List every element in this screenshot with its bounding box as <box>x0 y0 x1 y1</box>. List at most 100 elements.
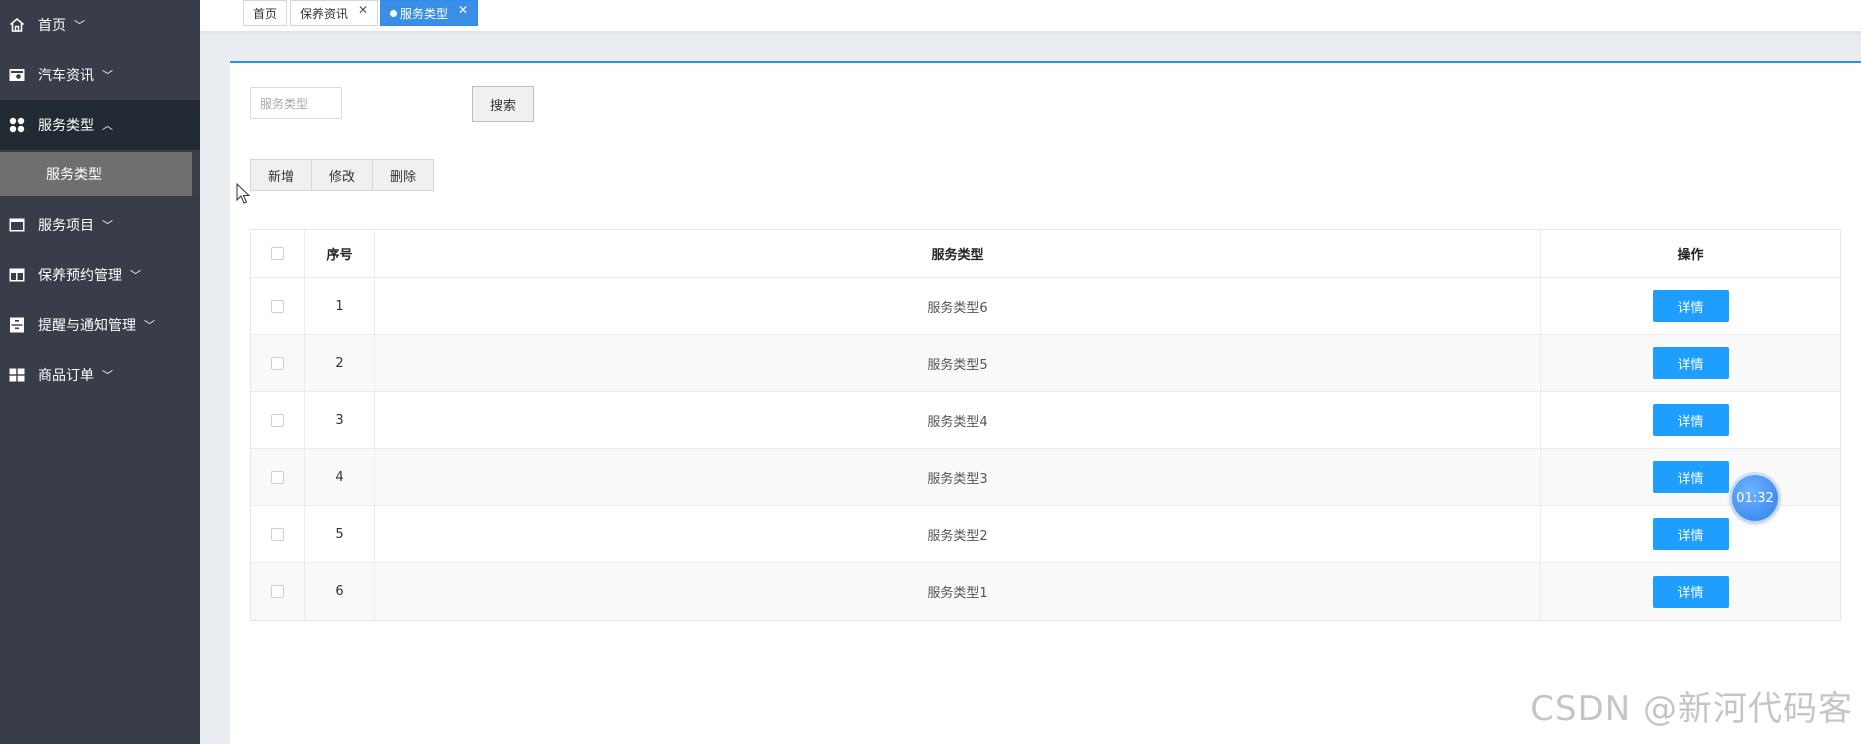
detail-button[interactable]: 详情 <box>1652 575 1729 608</box>
nav-label-maintenance-booking: 保养预约管理 <box>38 268 122 284</box>
row-checkbox[interactable] <box>271 413 284 427</box>
nav-label-car-news: 汽车资讯 <box>38 68 94 84</box>
tab-label: 首页 <box>253 6 278 21</box>
cell-type: 服务类型4 <box>375 392 1541 448</box>
cabinet-icon <box>8 316 26 334</box>
nav-item-service-type[interactable]: 服务类型 ︿ <box>0 100 200 150</box>
chevron-down-icon: ﹀ <box>102 69 113 82</box>
layout-icon <box>8 266 26 284</box>
close-icon[interactable]: ✕ <box>358 3 368 17</box>
detail-button[interactable]: 详情 <box>1652 518 1729 550</box>
checkbox-cell <box>251 506 305 562</box>
header-no: 序号 <box>305 230 375 277</box>
tab-maintenance-news[interactable]: 保养资讯 ✕ <box>290 0 379 26</box>
nav-item-service-project[interactable]: 服务项目 ﹀ <box>0 200 200 250</box>
delete-button[interactable]: 删除 <box>372 159 434 191</box>
submenu-service-type: 服务类型 <box>0 152 200 200</box>
header-op: 操作 <box>1677 248 1704 263</box>
table-header-row: 序号 服务类型 操作 <box>251 230 1840 278</box>
detail-button[interactable]: 详情 <box>1652 290 1729 322</box>
detail-button[interactable]: 详情 <box>1652 347 1729 379</box>
timer-text: 01:32 <box>1736 490 1774 506</box>
search-input[interactable]: 服务类型 <box>250 87 342 119</box>
nav-item-reminder[interactable]: 提醒与通知管理 ﹀ <box>0 300 200 350</box>
cell-type: 服务类型1 <box>375 563 1541 620</box>
chevron-up-icon: ︿ <box>102 119 113 132</box>
sidebar-subitem-label: 服务类型 <box>46 167 102 183</box>
detail-button[interactable]: 详情 <box>1652 404 1729 436</box>
grid-icon <box>8 366 26 384</box>
table-row: 3 服务类型4 详情 <box>251 392 1840 449</box>
edit-button-label: 修改 <box>328 169 355 185</box>
chevron-down-icon: ﹀ <box>130 269 141 282</box>
nav-item-orders[interactable]: 商品订单 ﹀ <box>0 350 200 400</box>
cell-no: 6 <box>305 563 375 620</box>
chevron-down-icon: ﹀ <box>144 319 155 332</box>
cell-op: 详情 <box>1541 392 1840 448</box>
search-button[interactable]: 搜索 <box>472 86 534 122</box>
cell-no: 3 <box>305 392 375 448</box>
chevron-down-icon: ﹀ <box>102 369 113 382</box>
sidebar: 首页 ﹀ 汽车资讯 ﹀ 服务类型 ︿ 服务类型 服务项目 ﹀ 保养预约管理 ﹀ <box>0 0 200 744</box>
tab-bar: 首页 保养资讯 ✕ 服务类型 ✕ <box>200 0 1861 32</box>
table-row: 2 服务类型5 详情 <box>251 335 1840 392</box>
checkbox-cell <box>251 278 305 334</box>
cell-no: 2 <box>305 335 375 391</box>
checkbox-cell <box>251 563 305 620</box>
detail-button-label: 详情 <box>1677 528 1704 544</box>
cell-no: 1 <box>305 278 375 334</box>
tab-service-type[interactable]: 服务类型 ✕ <box>380 0 479 26</box>
sidebar-subitem-service-type[interactable]: 服务类型 <box>0 152 196 196</box>
table-row: 1 服务类型6 详情 <box>251 278 1840 335</box>
home-icon <box>8 16 26 34</box>
recording-timer-badge[interactable]: 01:32 <box>1732 475 1778 521</box>
header-type: 服务类型 <box>375 230 1541 277</box>
tab-home[interactable]: 首页 <box>243 0 288 26</box>
table-row: 4 服务类型3 详情 <box>251 449 1840 506</box>
detail-button-label: 详情 <box>1677 586 1704 601</box>
row-checkbox[interactable] <box>271 356 284 370</box>
row-checkbox[interactable] <box>271 470 284 484</box>
cell-no: 4 <box>305 449 375 505</box>
add-button-label: 新增 <box>267 169 294 185</box>
cell-op: 详情 <box>1541 563 1840 620</box>
table-row: 5 服务类型2 详情 <box>251 506 1840 563</box>
news-icon <box>8 66 26 84</box>
nav-label-orders: 商品订单 <box>38 368 94 384</box>
detail-button-label: 详情 <box>1677 357 1704 373</box>
cell-type: 服务类型5 <box>375 335 1541 391</box>
detail-button-label: 详情 <box>1677 300 1704 316</box>
delete-button-label: 删除 <box>389 169 416 185</box>
cell-op: 详情 <box>1541 449 1840 505</box>
data-table: 序号 服务类型 操作 1 服务类型6 详情 2 服务类型5 详情 3 服务类型4… <box>250 229 1841 621</box>
nav-label-service-type: 服务类型 <box>38 118 94 134</box>
tab-label: 服务类型 <box>400 6 449 21</box>
nav-item-car-news[interactable]: 汽车资讯 ﹀ <box>0 50 200 100</box>
close-icon[interactable]: ✕ <box>458 3 468 17</box>
nav-item-home[interactable]: 首页 ﹀ <box>0 0 200 50</box>
nav-item-maintenance-booking[interactable]: 保养预约管理 ﹀ <box>0 250 200 300</box>
cell-op: 详情 <box>1541 506 1840 562</box>
tab-label: 保养资讯 <box>300 6 349 21</box>
chevron-down-icon: ﹀ <box>102 219 113 232</box>
search-placeholder: 服务类型 <box>260 96 309 111</box>
select-all-checkbox[interactable] <box>271 247 284 260</box>
table-row: 6 服务类型1 详情 <box>251 563 1840 620</box>
main-card: 服务类型 搜索 新增 修改 删除 序号 服务类型 操作 1 服务类型6 详情 2… <box>230 61 1861 744</box>
cell-op: 详情 <box>1541 335 1840 391</box>
row-checkbox[interactable] <box>271 299 284 313</box>
window-icon <box>8 216 26 234</box>
action-button-group: 新增 修改 删除 <box>250 159 434 191</box>
cell-no: 5 <box>305 506 375 562</box>
edit-button[interactable]: 修改 <box>311 159 373 191</box>
apps-icon <box>8 116 26 134</box>
cell-type: 服务类型6 <box>375 278 1541 334</box>
cell-op: 详情 <box>1541 278 1840 334</box>
nav-label-reminder: 提醒与通知管理 <box>38 318 136 334</box>
row-checkbox[interactable] <box>271 527 284 541</box>
detail-button[interactable]: 详情 <box>1652 461 1729 493</box>
header-checkbox-cell <box>251 230 305 277</box>
add-button[interactable]: 新增 <box>250 159 312 191</box>
cell-type: 服务类型2 <box>375 506 1541 562</box>
row-checkbox[interactable] <box>271 585 284 598</box>
